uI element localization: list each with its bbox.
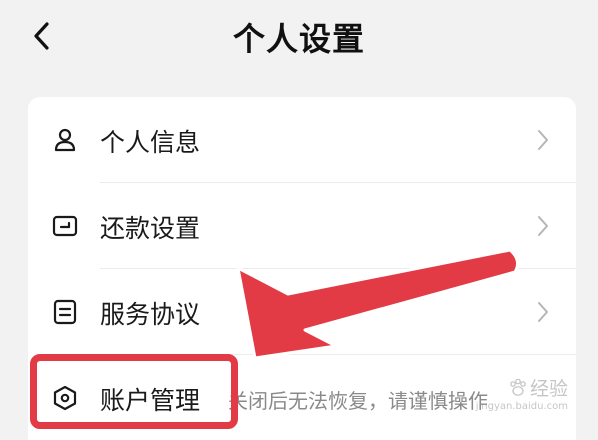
header-bar: 个人设置 [0, 0, 598, 76]
settings-item-label: 个人信息 [100, 128, 201, 157]
annotation-highlight-box [30, 354, 238, 429]
chevron-right-icon [538, 302, 548, 322]
document-icon [53, 299, 77, 325]
personal-settings-screen: 个人设置 个人信息 还款设置 服务协议 账户管理 关闭后无法恢复，请谨慎操作 经… [0, 0, 598, 440]
account-warning-text: 关闭后无法恢复，请谨慎操作 [228, 389, 488, 413]
settings-item-repayment-settings[interactable]: 还款设置 [28, 183, 576, 269]
settings-item-label: 服务协议 [100, 300, 201, 329]
watermark: 经验 jingyan.baidu.com [476, 378, 568, 412]
paw-icon [510, 378, 526, 396]
page-title: 个人设置 [232, 20, 365, 58]
chevron-right-icon [538, 216, 548, 236]
chevron-right-icon [538, 130, 548, 150]
settings-item-personal-info[interactable]: 个人信息 [28, 97, 576, 183]
user-icon [54, 128, 76, 152]
watermark-brand: 经验 [529, 378, 568, 400]
card-icon [52, 215, 78, 237]
settings-item-label: 还款设置 [100, 214, 201, 243]
watermark-url: jingyan.baidu.com [475, 401, 568, 412]
settings-item-service-agreement[interactable]: 服务协议 [28, 269, 576, 355]
